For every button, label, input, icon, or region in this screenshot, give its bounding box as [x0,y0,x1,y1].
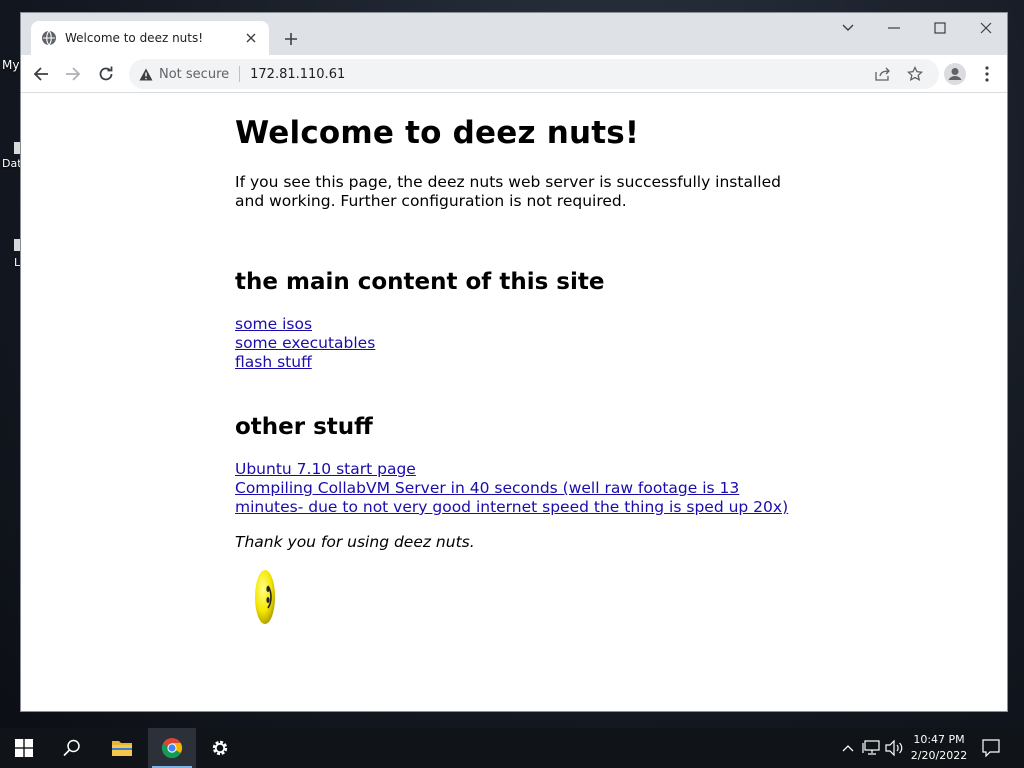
close-tab-icon[interactable] [243,30,259,46]
start-button[interactable] [0,728,48,768]
section-heading-main-content: the main content of this site [235,269,605,295]
browser-tab[interactable]: Welcome to deez nuts! [31,21,269,55]
file-explorer-button[interactable] [98,728,146,768]
folder-icon [112,741,132,756]
new-tab-button[interactable] [279,27,303,51]
page-title: Welcome to deez nuts! [235,115,640,151]
chevron-up-icon [842,745,854,752]
desktop-icon-label[interactable]: Dat [2,157,22,170]
address-bar[interactable]: Not secure 172.81.110.61 [129,59,939,89]
tab-search-button[interactable] [825,13,871,43]
clock-time: 10:47 PM [913,733,965,746]
link-flash-stuff[interactable]: flash stuff [235,353,795,372]
smiley-icon [255,570,275,624]
reload-icon [99,66,113,81]
notification-icon [982,739,1000,757]
settings-button[interactable] [196,728,244,768]
globe-icon [42,30,56,46]
search-button[interactable] [48,728,96,768]
link-compiling-collabvm[interactable]: Compiling CollabVM Server in 40 seconds … [235,479,795,517]
maximize-button[interactable] [917,13,963,43]
back-arrow-icon [33,67,48,81]
link-some-executables[interactable]: some executables [235,334,795,353]
avatar-icon [944,63,966,85]
taskbar: 10:47 PM 2/20/2022 [0,728,1024,768]
back-button[interactable] [29,62,53,86]
network-button[interactable] [861,738,881,758]
show-hidden-icons-button[interactable] [838,738,858,758]
menu-button[interactable] [975,62,999,86]
bookmark-button[interactable] [903,62,927,86]
share-button[interactable] [871,62,895,86]
section-heading-other-stuff: other stuff [235,414,373,440]
thanks-message: Thank you for using deez nuts. [235,533,475,551]
taskbar-clock[interactable]: 10:47 PM 2/20/2022 [906,732,972,764]
gear-icon [212,740,228,756]
url-text[interactable]: 172.81.110.61 [250,67,345,82]
more-vert-icon [985,66,989,82]
chrome-icon [161,738,183,759]
forward-button[interactable] [61,62,85,86]
windows-logo-icon [15,739,33,757]
notifications-button[interactable] [981,738,1001,758]
link-some-isos[interactable]: some isos [235,315,795,334]
intro-paragraph: If you see this page, the deez nuts web … [235,173,781,210]
main-content-links: some isos some executables flash stuff [235,315,795,372]
browser-toolbar: Not secure 172.81.110.61 [21,55,1007,93]
link-ubuntu-start-page[interactable]: Ubuntu 7.10 start page [235,460,795,479]
not-secure-label[interactable]: Not secure [159,67,229,82]
forward-arrow-icon [66,67,81,81]
profile-button[interactable] [943,62,967,86]
warning-icon[interactable] [139,68,153,81]
tab-strip: Welcome to deez nuts! [21,13,1007,55]
clock-date: 2/20/2022 [910,749,968,762]
share-icon [875,67,890,81]
close-window-button[interactable] [963,13,1009,43]
maximize-icon [934,22,946,34]
speaker-icon [885,740,903,756]
volume-button[interactable] [884,738,904,758]
reload-button[interactable] [94,62,118,86]
tab-title: Welcome to deez nuts! [65,31,204,45]
network-icon [862,740,880,755]
page-content: Welcome to deez nuts! If you see this pa… [235,93,795,624]
chrome-taskbar-button[interactable] [148,728,196,768]
minimize-icon [888,27,900,29]
desktop-icon-label[interactable]: My [2,58,19,72]
chevron-down-icon [842,24,854,31]
page-viewport: Welcome to deez nuts! If you see this pa… [21,93,1007,711]
omnibox-divider [239,66,241,82]
minimize-button[interactable] [871,13,917,43]
star-icon [907,66,923,82]
other-stuff-links: Ubuntu 7.10 start page Compiling CollabV… [235,460,795,517]
browser-window: Welcome to deez nuts! Not secure 172.81.… [20,12,1008,712]
close-icon [980,22,992,34]
search-icon [63,739,80,757]
